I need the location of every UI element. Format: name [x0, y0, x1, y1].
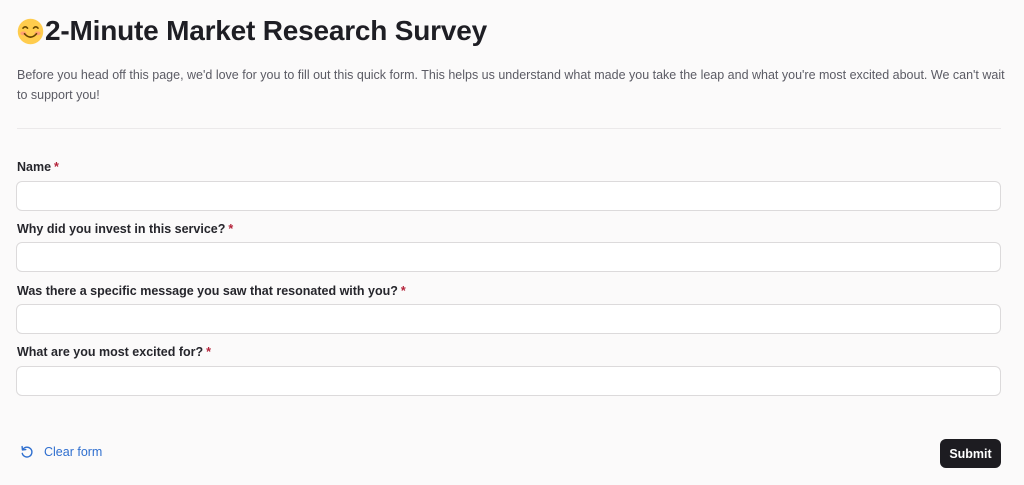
- invest-reason-label-text: Why did you invest in this service?: [17, 222, 226, 236]
- excited-for-label-text: What are you most excited for?: [17, 345, 204, 359]
- survey-page: 2-Minute Market Research Survey Before y…: [0, 0, 1024, 485]
- required-marker: *: [206, 345, 212, 359]
- excited-for-input[interactable]: [16, 366, 1001, 396]
- reset-icon: [21, 445, 33, 458]
- invest-reason-label: Why did you invest in this service? *: [17, 222, 233, 236]
- clear-form-label: Clear form: [44, 445, 103, 459]
- name-label: Name *: [17, 160, 59, 174]
- message-label-text: Was there a specific message you saw tha…: [17, 284, 398, 298]
- message-input[interactable]: [16, 304, 1001, 334]
- header-divider: [17, 128, 1001, 129]
- smiling-face-icon: [17, 18, 44, 44]
- name-label-text: Name: [17, 160, 52, 174]
- submit-button[interactable]: Submit: [940, 439, 1001, 468]
- message-label: Was there a specific message you saw tha…: [17, 284, 406, 298]
- excited-for-label: What are you most excited for? *: [17, 345, 211, 359]
- clear-form-button[interactable]: Clear form: [20, 445, 102, 459]
- page-title: 2-Minute Market Research Survey: [17, 13, 487, 49]
- form-description: Before you head off this page, we'd love…: [17, 68, 1005, 102]
- invest-reason-input[interactable]: [16, 242, 1001, 272]
- page-title-text: 2-Minute Market Research Survey: [45, 15, 487, 46]
- name-input[interactable]: [16, 181, 1001, 211]
- required-marker: *: [54, 160, 59, 174]
- required-marker: *: [228, 222, 234, 236]
- required-marker: *: [400, 284, 406, 298]
